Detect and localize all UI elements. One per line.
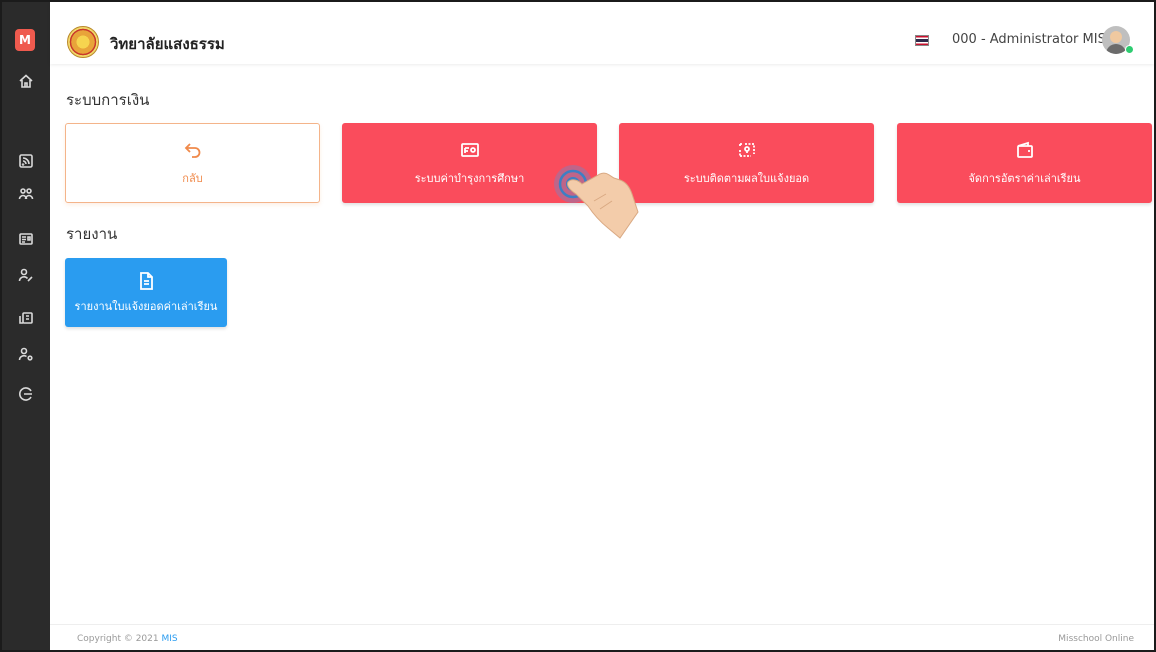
cash-icon xyxy=(459,139,481,161)
back-arrow-icon xyxy=(182,139,204,161)
finance-section-title: ระบบการเงิน xyxy=(66,91,150,109)
user-edit-icon[interactable] xyxy=(17,266,35,284)
tuition-statement-report-label: รายงานใบแจ้งยอดค่าเล่าเรียน xyxy=(74,300,218,313)
school-logo xyxy=(67,26,99,58)
online-status-dot xyxy=(1125,45,1134,54)
user-name[interactable]: 000 - Administrator MIS xyxy=(952,32,1106,47)
users-icon[interactable] xyxy=(17,185,35,203)
footer: Copyright © 2021 MIS Misschool Online xyxy=(50,624,1154,650)
brand-link[interactable]: MIS xyxy=(161,634,177,644)
back-button[interactable]: กลับ xyxy=(65,123,320,203)
copyright-label: Copyright © 2021 xyxy=(77,634,162,644)
home-icon[interactable] xyxy=(17,72,35,90)
statement-tracking-button[interactable]: ระบบติดตามผลใบแจ้งยอด xyxy=(619,123,874,203)
tuition-fee-button[interactable]: ระบบค่าบำรุงการศึกษา xyxy=(342,123,597,203)
footer-product-name: Misschool Online xyxy=(1058,634,1134,644)
user-settings-icon[interactable] xyxy=(17,345,35,363)
document-icon xyxy=(135,270,157,292)
report-section-title: รายงาน xyxy=(66,225,118,243)
rss-icon[interactable] xyxy=(17,152,35,170)
logout-icon[interactable] xyxy=(17,385,35,403)
id-card-icon[interactable] xyxy=(17,230,35,248)
copyright-text: Copyright © 2021 MIS xyxy=(77,634,178,644)
sidebar: M xyxy=(2,2,50,650)
tuition-rate-button[interactable]: จัดการอัตราค่าเล่าเรียน xyxy=(897,123,1152,203)
back-button-label: กลับ xyxy=(182,172,203,185)
tracking-icon xyxy=(736,139,758,161)
tuition-fee-label: ระบบค่าบำรุงการศึกษา xyxy=(414,172,525,185)
app-logo[interactable]: M xyxy=(15,29,35,51)
app-window: M วิทยาลัยแสงธรรม 000 - Administrator MI… xyxy=(0,0,1156,652)
thai-flag-icon[interactable] xyxy=(915,35,929,46)
tuition-statement-report-button[interactable]: รายงานใบแจ้งยอดค่าเล่าเรียน xyxy=(65,258,227,327)
topbar: วิทยาลัยแสงธรรม 000 - Administrator MIS xyxy=(50,2,1154,64)
wallet-icon xyxy=(1014,139,1036,161)
tuition-rate-label: จัดการอัตราค่าเล่าเรียน xyxy=(968,172,1081,185)
money-icon[interactable] xyxy=(17,309,35,327)
school-name: วิทยาลัยแสงธรรม xyxy=(110,35,225,53)
statement-tracking-label: ระบบติดตามผลใบแจ้งยอด xyxy=(683,172,810,185)
